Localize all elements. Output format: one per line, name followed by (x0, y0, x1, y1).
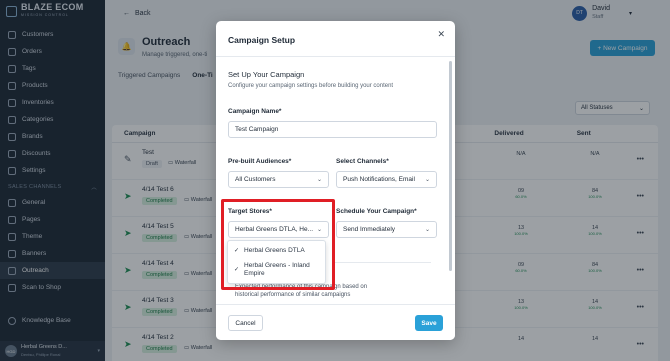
chevron-down-icon: ⌄ (424, 227, 430, 233)
audience-select[interactable]: All Customers ⌄ (228, 171, 329, 188)
campaign-name-label: Campaign Name* (228, 108, 282, 115)
modal-scrollbar[interactable] (449, 61, 452, 271)
campaign-name-input[interactable]: Test Campaign (228, 121, 437, 138)
schedule-value: Send Immediately (343, 226, 396, 233)
highlight-annotation-box (221, 199, 335, 290)
campaign-name-value: Test Campaign (235, 126, 279, 133)
modal-title: Campaign Setup (228, 35, 296, 45)
section-description: Configure your campaign settings before … (228, 83, 394, 89)
section-title: Set Up Your Campaign (228, 70, 305, 79)
schedule-label: Schedule Your Campaign* (336, 208, 417, 215)
close-icon[interactable]: ✕ (437, 29, 445, 40)
channels-select[interactable]: Push Notifications, Email ⌄ (336, 171, 437, 188)
save-button[interactable]: Save (415, 315, 443, 331)
channels-value: Push Notifications, Email (343, 176, 415, 183)
campaign-setup-modal: Campaign Setup ✕ Set Up Your Campaign Co… (216, 21, 455, 340)
divider (216, 56, 455, 57)
modal-footer: Cancel Save (216, 304, 455, 340)
audience-value: All Customers (235, 176, 276, 183)
schedule-select[interactable]: Send Immediately ⌄ (336, 221, 437, 238)
chevron-down-icon: ⌄ (424, 177, 430, 183)
audience-label: Pre-built Audiences* (228, 158, 292, 165)
chevron-down-icon: ⌄ (316, 177, 322, 183)
divider (334, 262, 431, 263)
cancel-button[interactable]: Cancel (228, 315, 263, 331)
channels-label: Select Channels* (336, 158, 389, 165)
